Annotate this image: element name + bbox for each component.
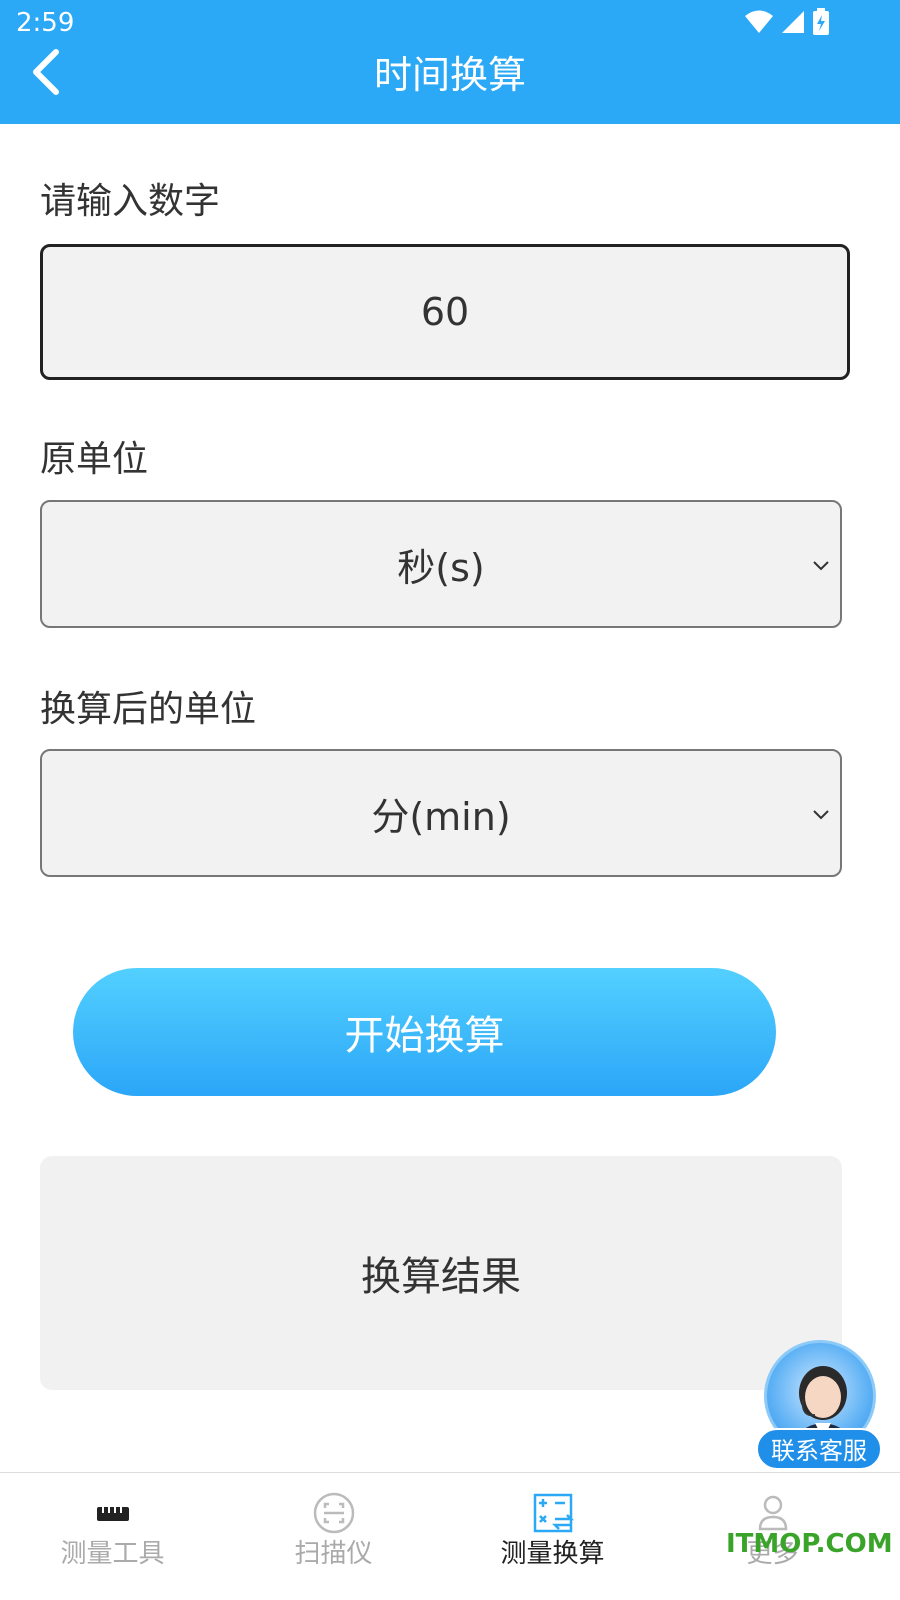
scanner-icon: [313, 1492, 354, 1534]
calculator-icon: [533, 1493, 574, 1533]
to-unit-label: 换算后的单位: [40, 689, 257, 730]
customer-service-label: 联系客服: [756, 1428, 882, 1470]
nav-item-measure-tools[interactable]: 测量工具: [0, 1473, 225, 1600]
nav-item-scanner[interactable]: 扫描仪: [221, 1473, 446, 1600]
from-unit-value: 秒(s): [397, 545, 485, 590]
nav-item-conversion[interactable]: 测量换算: [440, 1473, 665, 1600]
to-unit-select[interactable]: 分(min): [40, 749, 842, 877]
nav-label: 测量工具: [60, 1539, 165, 1569]
ruler-icon: [96, 1507, 129, 1521]
input-label: 请输入数字: [40, 181, 221, 222]
page-title: 时间换算: [373, 53, 526, 97]
signal-icon: [782, 11, 804, 33]
convert-button[interactable]: 开始换算: [73, 968, 776, 1096]
result-text: 换算结果: [361, 1254, 521, 1300]
bottom-nav: 测量工具 扫描仪 测量换算 更多 ITMOP.COM: [0, 1472, 900, 1600]
chevron-down-icon: [813, 810, 829, 820]
status-time: 2:59: [16, 8, 75, 38]
battery-icon: [813, 8, 829, 35]
watermark: ITMOP.COM: [726, 1529, 893, 1559]
chevron-down-icon: [813, 561, 829, 571]
status-icons: [744, 8, 830, 36]
number-input[interactable]: [40, 244, 850, 380]
from-unit-label: 原单位: [40, 439, 149, 480]
result-panel: 换算结果: [40, 1156, 842, 1390]
to-unit-value: 分(min): [371, 794, 511, 839]
app-header: 2:59 时间换算: [0, 0, 900, 124]
customer-service-button[interactable]: 联系客服: [756, 1340, 886, 1470]
wifi-icon: [745, 10, 773, 33]
nav-label: 扫描仪: [294, 1539, 373, 1569]
from-unit-select[interactable]: 秒(s): [40, 500, 842, 628]
nav-label: 测量换算: [500, 1539, 605, 1569]
